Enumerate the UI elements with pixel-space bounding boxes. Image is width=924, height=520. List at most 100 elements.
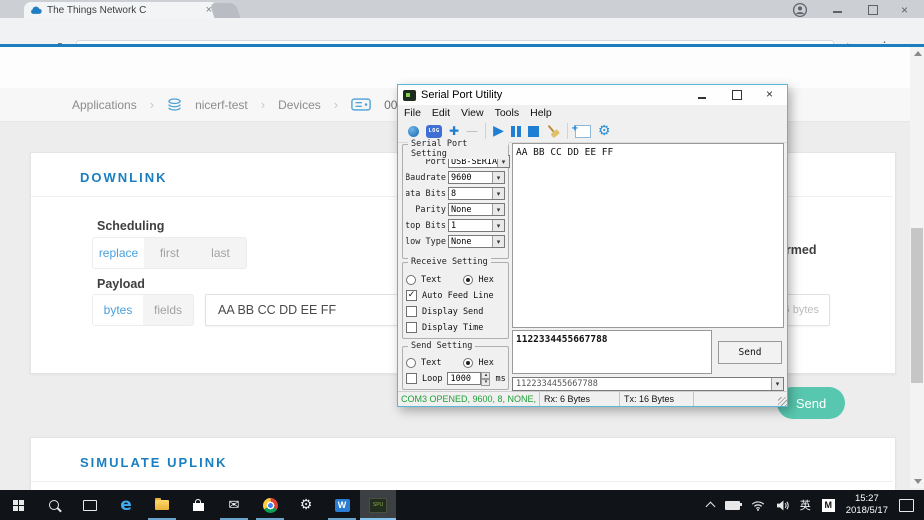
databits-value: 8 [449, 189, 492, 199]
receive-data-area[interactable]: AA BB CC DD EE FF [512, 143, 784, 328]
simulate-uplink-divider [31, 481, 893, 482]
stepper-up-icon[interactable]: ▴ [481, 372, 490, 379]
taskbar-word-button[interactable]: W [324, 490, 360, 520]
taskbar-edge-button[interactable]: e [108, 490, 144, 520]
scheduling-option-first[interactable]: first [144, 238, 195, 268]
resize-grip[interactable] [778, 397, 787, 406]
payload-option-fields[interactable]: fields [143, 295, 193, 325]
window-minimize-button[interactable] [833, 3, 843, 13]
wifi-icon[interactable] [751, 500, 765, 511]
scheduling-option-last[interactable]: last [195, 238, 246, 268]
menu-view[interactable]: View [461, 107, 484, 119]
new-tab-button[interactable] [210, 3, 241, 18]
stopbits-select[interactable]: 1▾ [448, 219, 505, 232]
browser-profile-icon[interactable] [792, 2, 808, 18]
breadcrumb-devices[interactable]: Devices [278, 98, 321, 112]
databits-select[interactable]: 8▾ [448, 187, 505, 200]
scrollbar-down-arrow[interactable] [914, 479, 922, 484]
dropdown-arrow-icon[interactable]: ▾ [492, 172, 504, 183]
display-time-checkbox[interactable] [406, 322, 417, 333]
menu-file[interactable]: File [404, 107, 421, 119]
remove-port-icon: — [466, 124, 478, 138]
task-view-button[interactable] [72, 490, 108, 520]
send-hex-label: Hex [478, 358, 493, 368]
parity-select[interactable]: None▾ [448, 203, 505, 216]
loop-interval-stepper[interactable]: 1000 ▴▾ [447, 372, 490, 385]
connection-status: COM3 OPENED, 9600, 8, NONE, 1, [398, 394, 539, 404]
send-text-radio[interactable] [406, 358, 416, 368]
taskbar-clock[interactable]: 15:27 2018/5/17 [846, 493, 888, 517]
send-history-combobox[interactable]: 1122334455667788 ▾ [512, 377, 784, 391]
start-icon[interactable]: ▶ [493, 123, 504, 139]
taskbar-file-explorer-button[interactable] [144, 490, 180, 520]
send-data-area[interactable]: 1122334455667788 [512, 330, 712, 374]
connect-icon[interactable] [408, 126, 419, 137]
display-send-checkbox[interactable] [406, 306, 417, 317]
auto-feed-line-checkbox[interactable]: ✓ [406, 290, 417, 301]
taskbar-settings-button[interactable]: ⚙ [288, 490, 324, 520]
serial-send-button[interactable]: Send [718, 341, 782, 364]
dropdown-arrow-icon[interactable]: ▾ [492, 236, 504, 247]
menu-help[interactable]: Help [530, 107, 552, 119]
serial-title-bar[interactable]: Serial Port Utility × [398, 85, 787, 105]
loop-checkbox[interactable] [406, 373, 417, 384]
settings-gear-icon[interactable]: ⚙ [598, 123, 611, 139]
window-close-button[interactable]: × [901, 3, 908, 17]
receive-hex-radio[interactable] [463, 275, 473, 285]
scheduling-label: Scheduling [97, 219, 164, 233]
serial-maximize-button[interactable] [732, 90, 742, 100]
menu-tools[interactable]: Tools [495, 107, 520, 119]
send-hex-radio[interactable] [463, 358, 473, 368]
add-port-icon[interactable]: ✚ [449, 124, 459, 138]
serial-minimize-button[interactable] [698, 97, 706, 99]
loop-interval-value[interactable]: 1000 [447, 372, 481, 385]
receive-text-label: Text [421, 275, 441, 285]
taskbar-store-button[interactable] [180, 490, 216, 520]
databits-row: Data Bits 8▾ [406, 187, 505, 200]
breadcrumb-application-name[interactable]: nicerf-test [195, 98, 248, 112]
payload-label: Payload [97, 277, 145, 291]
payload-option-bytes[interactable]: bytes [93, 295, 143, 325]
ime-language-indicator[interactable]: 英 [800, 497, 811, 513]
send-setting-title: Send Setting [408, 341, 475, 351]
stop-icon[interactable] [528, 126, 539, 137]
baudrate-select[interactable]: 9600▾ [448, 171, 505, 184]
serial-close-button[interactable]: × [766, 87, 773, 101]
taskbar-mail-button[interactable]: ✉ [216, 490, 252, 520]
dropdown-arrow-icon[interactable]: ▾ [492, 220, 504, 231]
stepper-down-icon[interactable]: ▾ [481, 379, 490, 386]
volume-icon[interactable] [776, 500, 789, 511]
dropdown-arrow-icon[interactable]: ▾ [492, 188, 504, 199]
taskbar-search-button[interactable] [36, 490, 72, 520]
breadcrumb-separator-icon: › [150, 97, 154, 112]
page-scrollbar-thumb[interactable] [911, 228, 923, 383]
action-center-icon[interactable] [899, 499, 914, 512]
serial-menu-bar: File Edit View Tools Help [398, 105, 787, 120]
add-tab-icon[interactable] [575, 125, 591, 138]
serial-window-title: Serial Port Utility [421, 89, 502, 101]
taskbar-chrome-button[interactable] [252, 490, 288, 520]
clear-icon[interactable] [543, 121, 563, 141]
menu-edit[interactable]: Edit [432, 107, 450, 119]
tray-expand-icon[interactable] [705, 502, 715, 512]
auto-feed-line-row: ✓ Auto Feed Line [406, 289, 505, 302]
serial-port-utility-window: Serial Port Utility × File Edit View Too… [397, 84, 788, 407]
ime-mode-indicator[interactable]: M [822, 499, 835, 512]
pause-icon[interactable] [511, 126, 521, 137]
receive-text-radio[interactable] [406, 275, 416, 285]
scrollbar-up-arrow[interactable] [914, 51, 922, 56]
browser-toolbar: ← → ↻ 安全 https://console.thethingsnetwor… [0, 18, 924, 44]
dropdown-arrow-icon[interactable]: ▾ [492, 204, 504, 215]
browser-tab[interactable]: The Things Network C × [24, 2, 218, 18]
taskbar-serial-utility-button[interactable]: SPU [360, 490, 396, 520]
dropdown-arrow-icon[interactable]: ▾ [771, 378, 783, 390]
breadcrumb-applications[interactable]: Applications [72, 98, 137, 112]
scheduling-option-replace[interactable]: replace [93, 238, 144, 268]
flowtype-select[interactable]: None▾ [448, 235, 505, 248]
window-restore-button[interactable] [868, 5, 878, 15]
battery-icon[interactable] [725, 501, 740, 510]
log-icon[interactable]: LOG [426, 125, 442, 138]
start-button[interactable] [0, 490, 36, 520]
mail-icon: ✉ [229, 498, 240, 513]
databits-label: Data Bits [406, 189, 446, 199]
